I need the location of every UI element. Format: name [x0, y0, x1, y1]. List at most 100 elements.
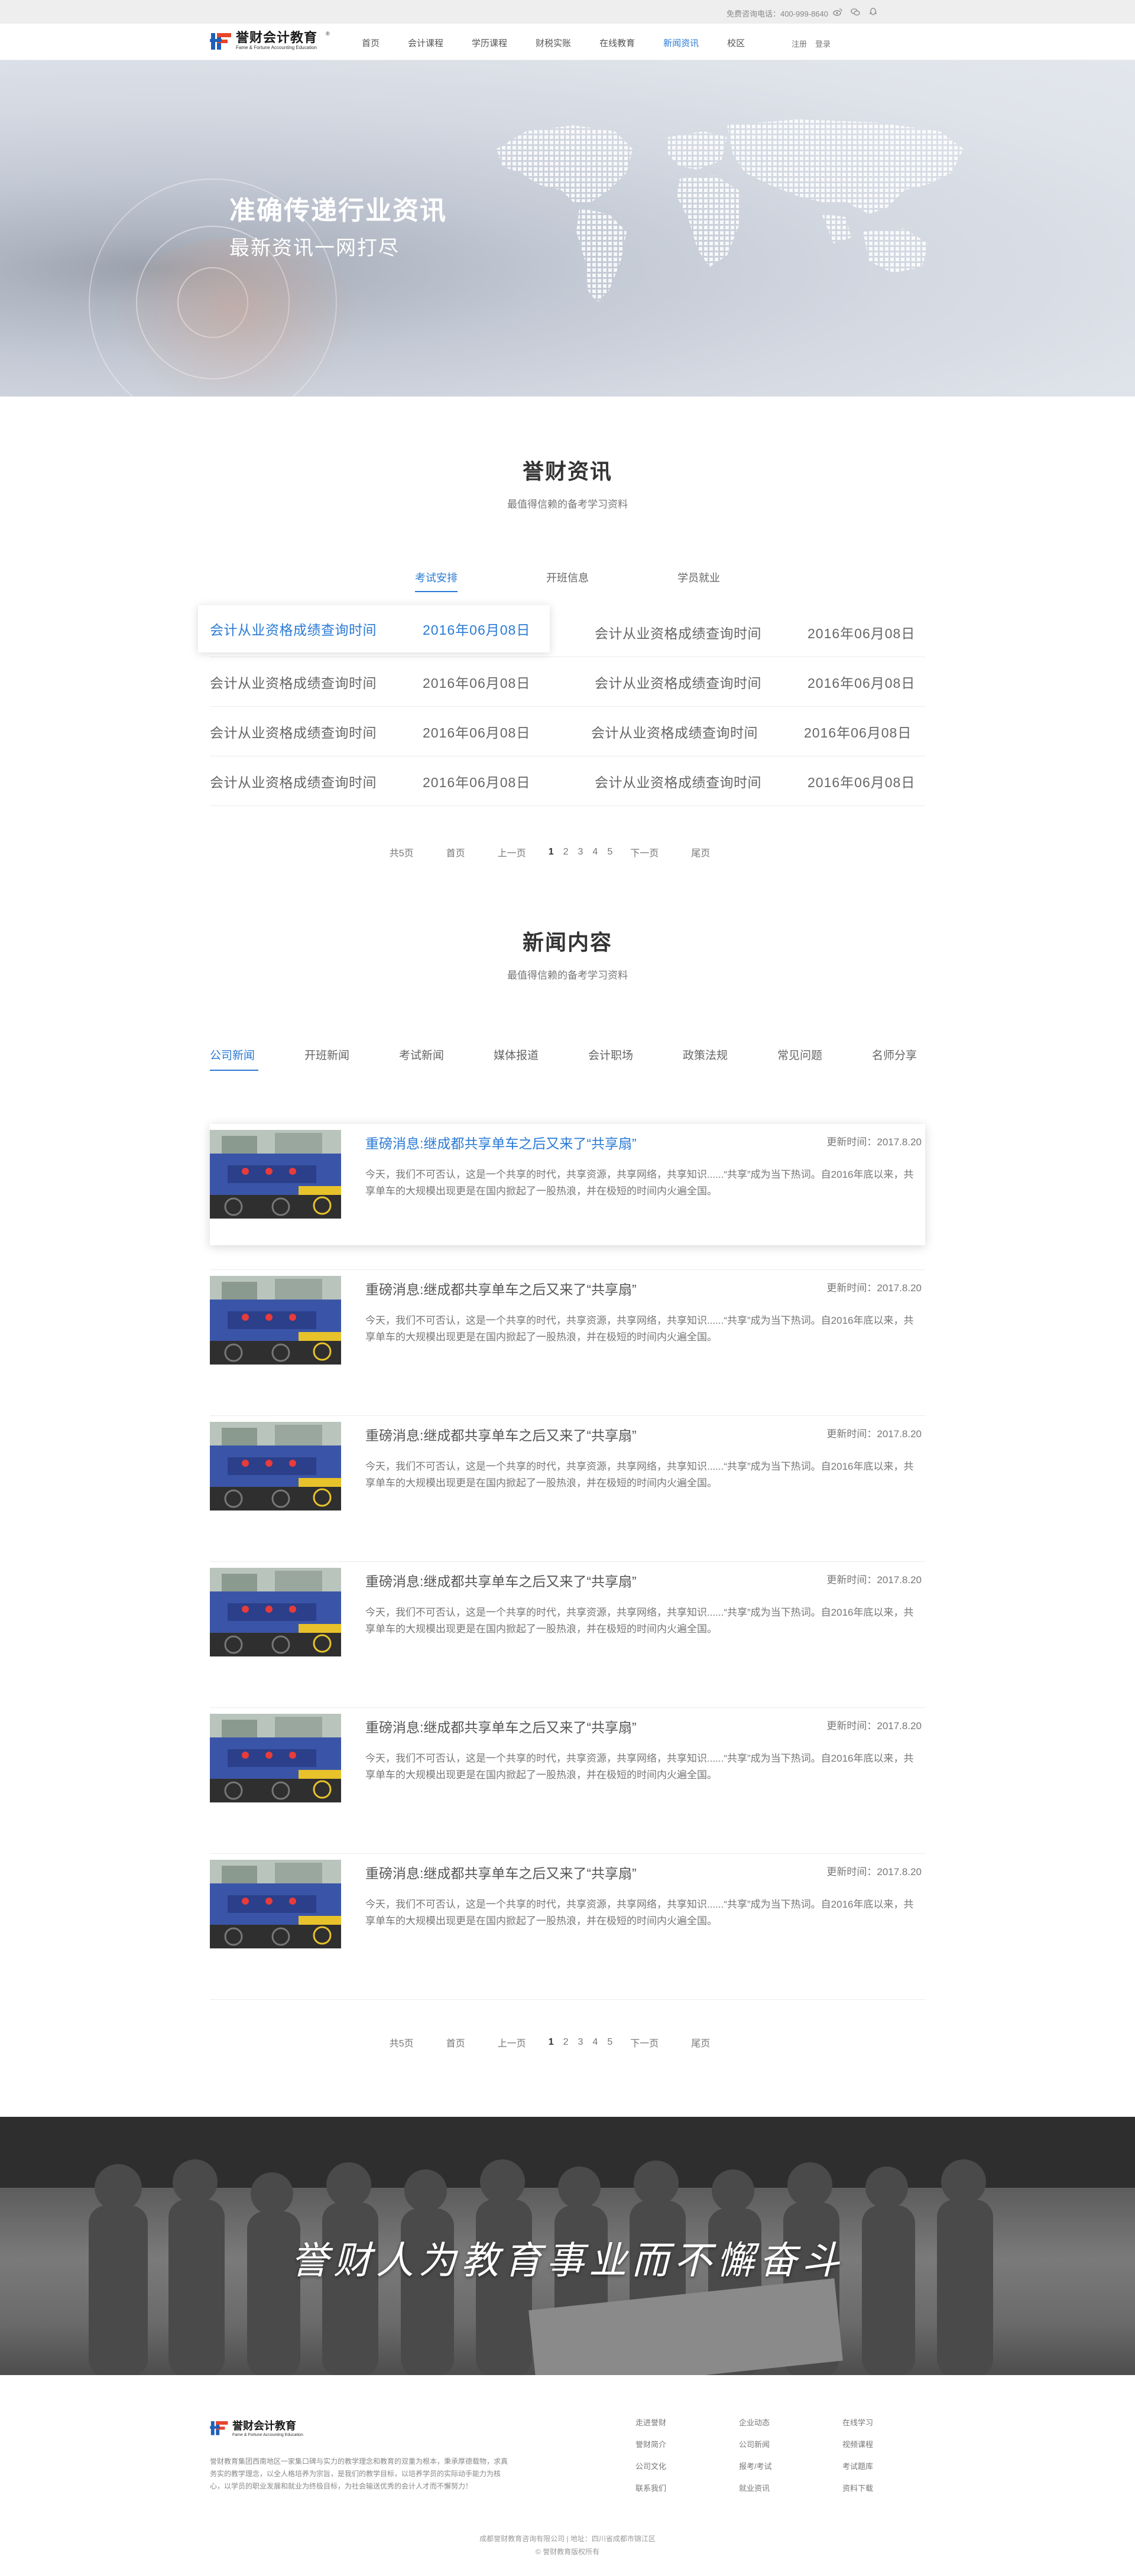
pager-page[interactable]: 1 [549, 847, 554, 857]
footer-link[interactable]: 考试题库 [842, 2460, 873, 2471]
footer-link[interactable]: 在线学习 [842, 2416, 873, 2428]
nav-degree-courses[interactable]: 学历课程 [472, 37, 507, 49]
news-item[interactable]: 重磅消息:继成都共享单车之后又来了“共享扇” 更新时间：2017.8.20 今天… [210, 1708, 925, 1854]
news-thumbnail[interactable] [210, 1714, 341, 1802]
info-item[interactable]: 会计从业资格成绩查询时间 2016年06月08日 [210, 657, 550, 707]
news-thumbnail[interactable] [210, 1130, 341, 1219]
pager-first[interactable]: 首页 [446, 2035, 465, 2049]
news-item[interactable]: 重磅消息:继成都共享单车之后又来了“共享扇” 更新时间：2017.8.20 今天… [210, 1562, 925, 1708]
qq-icon[interactable] [868, 7, 878, 17]
tab-employment[interactable]: 学员就业 [677, 570, 720, 592]
footer-link[interactable]: 企业动态 [739, 2416, 772, 2428]
footer-logo-title: 誉财会计教育 [232, 2420, 296, 2432]
pager-page[interactable]: 3 [578, 847, 583, 857]
pager-page[interactable]: 3 [578, 2037, 583, 2048]
pager-page[interactable]: 4 [592, 2037, 598, 2048]
tab-company-news[interactable]: 公司新闻 [210, 1047, 304, 1071]
info-item[interactable]: 会计从业资格成绩查询时间 2016年06月08日 [591, 707, 925, 756]
footer-link[interactable]: 誉财简介 [635, 2438, 666, 2450]
weibo-icon[interactable] [833, 7, 842, 17]
news-section: 新闻内容 最值得信赖的备考学习资料 公司新闻 开班新闻 考试新闻 媒体报道 会计… [0, 859, 1135, 2049]
pager-page[interactable]: 1 [549, 2037, 554, 2048]
footer-link[interactable]: 报考/考试 [739, 2460, 772, 2471]
footer-link[interactable]: 公司新闻 [739, 2438, 772, 2450]
nav-home[interactable]: 首页 [362, 37, 380, 49]
site-logo[interactable]: 誉财会计教育 Fame & Fortune Accounting Educati… [210, 30, 330, 52]
pager-prev[interactable]: 上一页 [498, 2035, 526, 2049]
news-thumbnail[interactable] [210, 1568, 341, 1656]
register-link[interactable]: 注册 [792, 38, 807, 49]
news-card[interactable]: 重磅消息:继成都共享单车之后又来了“共享扇” 更新时间：2017.8.20 今天… [210, 1708, 925, 1829]
pager-page[interactable]: 2 [563, 2037, 569, 2048]
news-thumbnail[interactable] [210, 1860, 341, 1948]
pager-page[interactable]: 4 [592, 847, 598, 857]
news-title[interactable]: 重磅消息:继成都共享单车之后又来了“共享扇” [365, 1278, 637, 1298]
info-item[interactable]: 会计从业资格成绩查询时间 2016年06月08日 [210, 707, 550, 756]
footer-link[interactable]: 资料下载 [842, 2482, 873, 2493]
footer-link[interactable]: 公司文化 [635, 2460, 666, 2471]
pager-next[interactable]: 下一页 [630, 845, 659, 859]
tab-class-info[interactable]: 开班信息 [546, 570, 589, 592]
footer-logo[interactable]: 誉财会计教育 Fame & Fortune Accounting Educati… [210, 2418, 303, 2437]
info-item-date: 2016年06月08日 [808, 626, 916, 641]
pager-first[interactable]: 首页 [446, 845, 465, 859]
news-card[interactable]: 重磅消息:继成都共享单车之后又来了“共享扇” 更新时间：2017.8.20 今天… [210, 1270, 925, 1391]
news-card[interactable]: 重磅消息:继成都共享单车之后又来了“共享扇” 更新时间：2017.8.20 今天… [210, 1854, 925, 1975]
tab-exam-schedule[interactable]: 考试安排 [415, 570, 458, 592]
news-title[interactable]: 重磅消息:继成都共享单车之后又来了“共享扇” [365, 1716, 637, 1736]
news-title[interactable]: 重磅消息:继成都共享单车之后又来了“共享扇” [365, 1424, 637, 1444]
news-thumbnail[interactable] [210, 1276, 341, 1365]
news-card[interactable]: 重磅消息:继成都共享单车之后又来了“共享扇” 更新时间：2017.8.20 今天… [210, 1562, 925, 1683]
footer-link[interactable]: 联系我们 [635, 2482, 666, 2493]
nav-campus[interactable]: 校区 [727, 37, 745, 49]
top-bar: 免费咨询电话：400-999-8640 [0, 0, 1135, 24]
pager-page[interactable]: 2 [563, 847, 569, 857]
footer-link[interactable]: 视频课程 [842, 2438, 873, 2450]
news-item[interactable]: 重磅消息:继成都共享单车之后又来了“共享扇” 更新时间：2017.8.20 今天… [210, 1124, 925, 1270]
news-date: 更新时间：2017.8.20 [826, 1282, 922, 1294]
news-item[interactable]: 重磅消息:继成都共享单车之后又来了“共享扇” 更新时间：2017.8.20 今天… [210, 1854, 925, 2000]
news-thumbnail[interactable] [210, 1422, 341, 1510]
tab-teacher-sharing[interactable]: 名师分享 [872, 1047, 925, 1071]
info-tabs: 考试安排 开班信息 学员就业 [210, 570, 925, 592]
nav-online-education[interactable]: 在线教育 [599, 37, 635, 49]
nav-news[interactable]: 新闻资讯 [663, 37, 699, 49]
world-map-icon [497, 119, 964, 303]
pager-page[interactable]: 5 [607, 847, 612, 857]
logo-mark-icon [210, 2421, 228, 2435]
pager-prev[interactable]: 上一页 [498, 845, 526, 859]
info-item[interactable]: 会计从业资格成绩查询时间 2016年06月08日 [198, 605, 550, 652]
pager-page[interactable]: 5 [607, 2037, 612, 2048]
footer-link[interactable]: 走进誉财 [635, 2416, 666, 2428]
nav-tax-practice[interactable]: 财税实账 [536, 37, 571, 49]
news-description: 今天，我们不可否认，这是一个共享的时代，共享资源，共享网络，共享知识......… [365, 1315, 914, 1343]
news-card[interactable]: 重磅消息:继成都共享单车之后又来了“共享扇” 更新时间：2017.8.20 今天… [210, 1124, 925, 1245]
news-item[interactable]: 重磅消息:继成都共享单车之后又来了“共享扇” 更新时间：2017.8.20 今天… [210, 1416, 925, 1562]
tab-faq[interactable]: 常见问题 [777, 1047, 872, 1071]
news-description: 今天，我们不可否认，这是一个共享的时代，共享资源，共享网络，共享知识......… [365, 1607, 914, 1635]
news-tabs: 公司新闻 开班新闻 考试新闻 媒体报道 会计职场 政策法规 常见问题 名师分享 [210, 1047, 925, 1071]
info-item[interactable]: 会计从业资格成绩查询时间 2016年06月08日 [210, 756, 550, 806]
pager-last[interactable]: 尾页 [691, 845, 710, 859]
login-link[interactable]: 登录 [815, 38, 831, 49]
info-item[interactable]: 会计从业资格成绩查询时间 2016年06月08日 [595, 657, 925, 707]
info-item-title: 会计从业资格成绩查询时间 [595, 775, 761, 790]
tab-accounting-career[interactable]: 会计职场 [588, 1047, 683, 1071]
tab-class-news[interactable]: 开班新闻 [304, 1047, 399, 1071]
tab-exam-news[interactable]: 考试新闻 [399, 1047, 494, 1071]
info-item[interactable]: 会计从业资格成绩查询时间 2016年06月08日 [595, 756, 925, 806]
info-item[interactable]: 会计从业资格成绩查询时间 2016年06月08日 [595, 608, 925, 657]
pager-next[interactable]: 下一页 [630, 2035, 659, 2049]
news-date: 更新时间：2017.8.20 [826, 1574, 922, 1586]
footer-link[interactable]: 就业资讯 [739, 2482, 772, 2493]
news-title[interactable]: 重磅消息:继成都共享单车之后又来了“共享扇” [365, 1862, 637, 1882]
news-title[interactable]: 重磅消息:继成都共享单车之后又来了“共享扇” [365, 1570, 637, 1590]
news-title[interactable]: 重磅消息:继成都共享单车之后又来了“共享扇” [365, 1132, 637, 1152]
news-item[interactable]: 重磅消息:继成都共享单车之后又来了“共享扇” 更新时间：2017.8.20 今天… [210, 1270, 925, 1416]
news-card[interactable]: 重磅消息:继成都共享单车之后又来了“共享扇” 更新时间：2017.8.20 今天… [210, 1416, 925, 1537]
nav-accounting-courses[interactable]: 会计课程 [408, 37, 443, 49]
pager-last[interactable]: 尾页 [691, 2035, 710, 2049]
tab-media-reports[interactable]: 媒体报道 [494, 1047, 588, 1071]
wechat-icon[interactable] [851, 7, 860, 17]
tab-policies[interactable]: 政策法规 [683, 1047, 777, 1071]
